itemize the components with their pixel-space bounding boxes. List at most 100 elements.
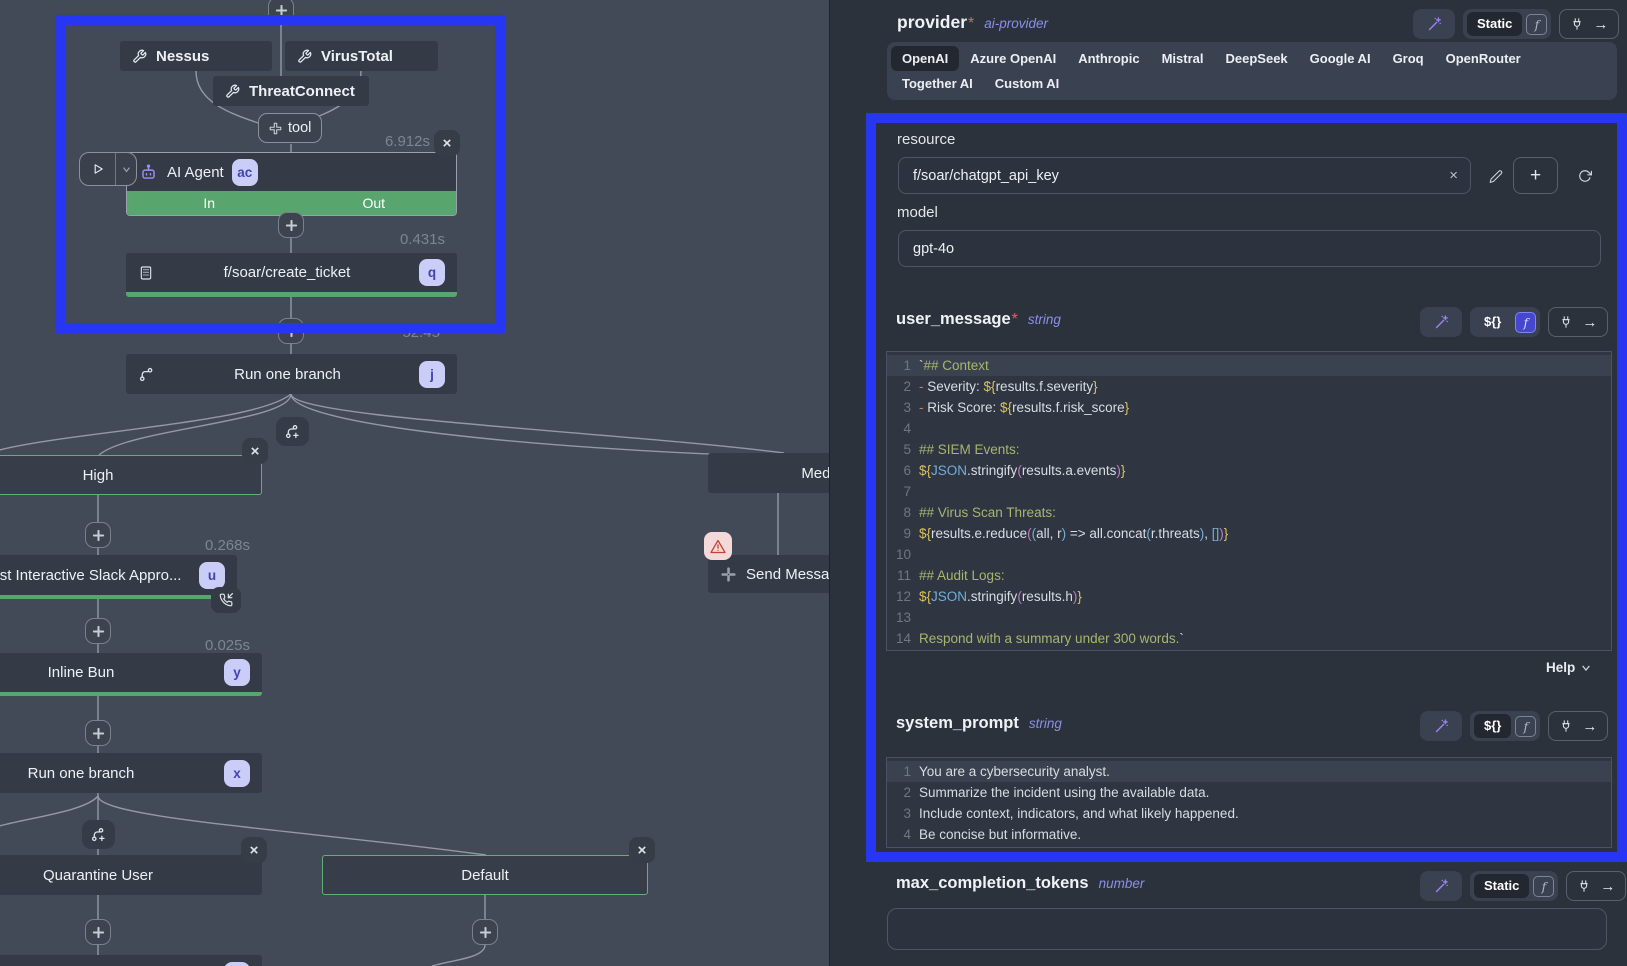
provider-tab-together-ai[interactable]: Together AI bbox=[891, 71, 984, 96]
connect-button[interactable]: → bbox=[1559, 9, 1619, 39]
add-branch-button[interactable] bbox=[82, 820, 115, 849]
provider-tab-custom-ai[interactable]: Custom AI bbox=[984, 71, 1071, 96]
chevron-down-icon[interactable] bbox=[116, 153, 136, 185]
ai-assist-button[interactable] bbox=[1420, 871, 1462, 901]
provider-tab-groq[interactable]: Groq bbox=[1382, 46, 1435, 71]
code-line: 3- Risk Score: ${results.f.risk_score} bbox=[887, 397, 1611, 418]
run-node-button[interactable] bbox=[79, 152, 137, 186]
pencil-icon[interactable] bbox=[1483, 163, 1509, 189]
clear-x-icon[interactable]: × bbox=[1449, 167, 1458, 184]
insert-step-button[interactable] bbox=[472, 919, 498, 945]
user-message-buttons: ${} f → bbox=[1420, 306, 1608, 338]
provider-tab-openrouter[interactable]: OpenRouter bbox=[1435, 46, 1532, 71]
function-toggle-icon[interactable]: f bbox=[1526, 14, 1547, 35]
add-tool-button[interactable]: tool bbox=[258, 113, 322, 143]
node-ref-badge[interactable]: j bbox=[419, 361, 445, 388]
agent-in-label[interactable]: In bbox=[127, 191, 292, 215]
agent-out-label[interactable]: Out bbox=[292, 191, 457, 215]
send-message-node[interactable]: Send Message bbox=[708, 555, 829, 593]
help-button[interactable]: Help bbox=[1546, 660, 1591, 675]
quarantine-user-node[interactable]: Quarantine User bbox=[0, 855, 262, 895]
function-toggle-icon[interactable]: f bbox=[1515, 716, 1536, 737]
ai-assist-button[interactable] bbox=[1420, 711, 1462, 741]
resource-value[interactable] bbox=[911, 167, 1441, 185]
connect-button[interactable]: → bbox=[1548, 307, 1608, 337]
ai-assist-button[interactable] bbox=[1420, 307, 1462, 337]
workflow-canvas[interactable]: Nessus VirusTotal ThreatConnect tool 6.9… bbox=[0, 0, 829, 966]
mode-toggle[interactable]: Static f bbox=[1470, 871, 1558, 901]
mode-toggle[interactable]: ${} f bbox=[1470, 711, 1540, 741]
run-one-branch-node-1[interactable]: Run one branch j bbox=[126, 354, 457, 394]
close-icon[interactable]: × bbox=[629, 837, 655, 863]
node-ref-badge[interactable]: u bbox=[199, 562, 225, 589]
node-ref-badge[interactable]: q bbox=[419, 259, 445, 286]
slack-approval-node[interactable]: Request Interactive Slack Appro... u bbox=[0, 555, 237, 599]
connect-button[interactable]: → bbox=[1548, 711, 1608, 741]
function-toggle-icon[interactable]: f bbox=[1533, 876, 1554, 897]
function-toggle-icon[interactable]: f bbox=[1515, 312, 1536, 333]
provider-tab-mistral[interactable]: Mistral bbox=[1151, 46, 1215, 71]
provider-tab-deepseek[interactable]: DeepSeek bbox=[1215, 46, 1299, 71]
code-line: 9${results.e.reduce((all, r) => all.conc… bbox=[887, 523, 1611, 544]
expression-mode-pill[interactable]: ${} bbox=[1474, 714, 1511, 738]
high-branch-node[interactable]: High bbox=[0, 455, 262, 495]
node-ref-badge[interactable]: ac bbox=[232, 159, 258, 186]
max-completion-tokens-input[interactable] bbox=[887, 908, 1607, 950]
required-asterisk: * bbox=[968, 15, 974, 33]
node-ref-badge[interactable] bbox=[224, 962, 250, 966]
provider-tab-google-ai[interactable]: Google AI bbox=[1299, 46, 1382, 71]
add-branch-button[interactable] bbox=[276, 417, 309, 446]
provider-tab-anthropic[interactable]: Anthropic bbox=[1067, 46, 1150, 71]
default-branch-node[interactable]: Default bbox=[322, 855, 648, 895]
plus-icon bbox=[479, 926, 492, 939]
plug-icon bbox=[1559, 719, 1573, 733]
model-input[interactable] bbox=[898, 230, 1601, 267]
phone-incoming-icon[interactable] bbox=[211, 587, 241, 613]
max-completion-tokens-buttons: Static f → bbox=[1420, 870, 1626, 902]
model-value[interactable] bbox=[911, 240, 1588, 258]
expression-mode-pill[interactable]: ${} bbox=[1474, 310, 1511, 334]
code-line: 2- Severity: ${results.f.severity} bbox=[887, 376, 1611, 397]
plus-icon bbox=[285, 219, 298, 232]
insert-step-button[interactable] bbox=[85, 919, 111, 945]
close-icon[interactable]: × bbox=[434, 130, 460, 156]
refresh-icon[interactable] bbox=[1572, 163, 1598, 189]
system-prompt-code-editor[interactable]: 1You are a cybersecurity analyst.2Summar… bbox=[886, 757, 1612, 848]
close-icon[interactable]: × bbox=[241, 837, 267, 863]
user-message-code-editor[interactable]: 1`## Context2- Severity: ${results.f.sev… bbox=[886, 351, 1612, 651]
close-icon[interactable]: × bbox=[242, 438, 268, 464]
resource-input[interactable]: × bbox=[898, 157, 1471, 194]
provider-tab-azure-openai[interactable]: Azure OpenAI bbox=[959, 46, 1067, 71]
required-asterisk: * bbox=[1012, 311, 1018, 329]
max-completion-tokens-value[interactable] bbox=[900, 920, 1594, 938]
ai-agent-header[interactable]: AI Agent ac bbox=[127, 153, 456, 191]
partial-node-bottom[interactable] bbox=[0, 955, 262, 966]
provider-tab-openai[interactable]: OpenAI bbox=[891, 46, 959, 71]
plus-icon bbox=[92, 529, 105, 542]
insert-step-button[interactable] bbox=[268, 0, 294, 23]
virustotal-node[interactable]: VirusTotal bbox=[285, 41, 438, 71]
node-ref-badge[interactable]: y bbox=[224, 659, 250, 686]
insert-step-button[interactable] bbox=[278, 318, 304, 344]
run-one-branch-node-2[interactable]: Run one branch x bbox=[0, 753, 262, 793]
insert-step-button[interactable] bbox=[85, 522, 111, 548]
mode-toggle[interactable]: Static f bbox=[1463, 9, 1551, 39]
tool-label: tool bbox=[288, 120, 311, 136]
static-mode-pill[interactable]: Static bbox=[1467, 12, 1522, 36]
insert-step-button[interactable] bbox=[85, 618, 111, 644]
connect-button[interactable]: → bbox=[1566, 871, 1626, 901]
field-title: max_completion_tokens bbox=[896, 874, 1089, 893]
play-icon[interactable] bbox=[80, 153, 115, 185]
node-ref-badge[interactable]: x bbox=[224, 760, 250, 787]
ai-assist-button[interactable] bbox=[1413, 9, 1455, 39]
threatconnect-node[interactable]: ThreatConnect bbox=[213, 76, 369, 106]
nessus-node[interactable]: Nessus bbox=[120, 41, 272, 71]
add-resource-button[interactable]: + bbox=[1513, 157, 1558, 194]
insert-step-button[interactable] bbox=[278, 212, 304, 238]
medium-branch-node[interactable]: Medium bbox=[708, 453, 829, 493]
create-ticket-node[interactable]: f/soar/create_ticket q bbox=[126, 253, 457, 297]
static-mode-pill[interactable]: Static bbox=[1474, 874, 1529, 898]
inline-bun-node[interactable]: Inline Bun y bbox=[0, 653, 262, 696]
insert-step-button[interactable] bbox=[85, 720, 111, 746]
ai-agent-node[interactable]: AI Agent ac In Out bbox=[126, 152, 457, 216]
